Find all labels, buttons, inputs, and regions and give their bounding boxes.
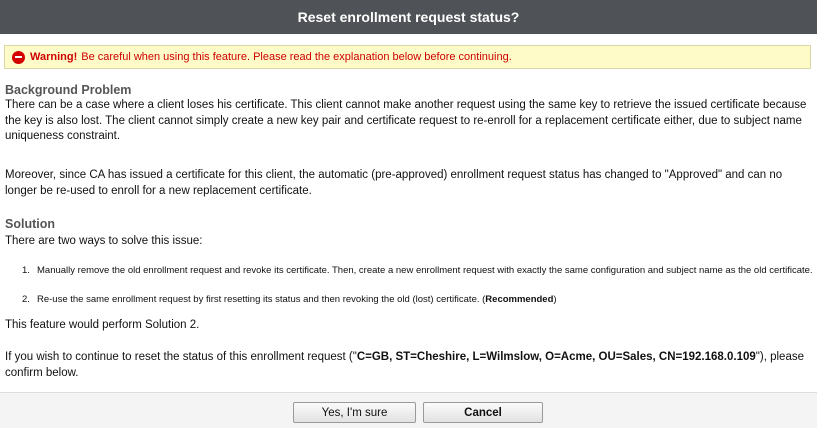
background-paragraph-2: Moreover, since CA has issued a certific… [5,169,783,197]
confirm-message: If you wish to continue to reset the sta… [5,351,804,379]
confirm-yes-button[interactable]: Yes, I'm sure [293,402,416,423]
solution-intro: There are two ways to solve this issue: [5,235,203,247]
background-heading: Background Problem [5,83,132,97]
list-item-number: 2. [22,294,30,305]
warning-banner: Warning! Be careful when using this feat… [4,45,811,69]
list-item-number: 1. [22,265,30,276]
background-paragraph-1: There can be a case where a client loses… [5,99,807,142]
dialog-title: Reset enrollment request status? [297,9,520,25]
warning-label: Warning! [30,51,78,63]
list-item-text: Manually remove the old enrollment reque… [37,265,813,276]
cancel-button[interactable]: Cancel [423,402,543,423]
request-subject: C=GB, ST=Cheshire, L=Wilmslow, O=Acme, O… [356,351,756,363]
dialog-title-bar: Reset enrollment request status? [0,0,817,34]
solution-summary: This feature would perform Solution 2. [5,319,200,331]
recommended-label: Recommended [485,294,554,305]
button-bar: Yes, I'm sure Cancel [0,392,817,428]
warning-message: Be careful when using this feature. Plea… [81,51,512,63]
list-item-text: Re-use the same enrollment request by fi… [37,294,557,305]
solution-heading: Solution [5,217,55,231]
no-entry-icon [12,50,25,64]
